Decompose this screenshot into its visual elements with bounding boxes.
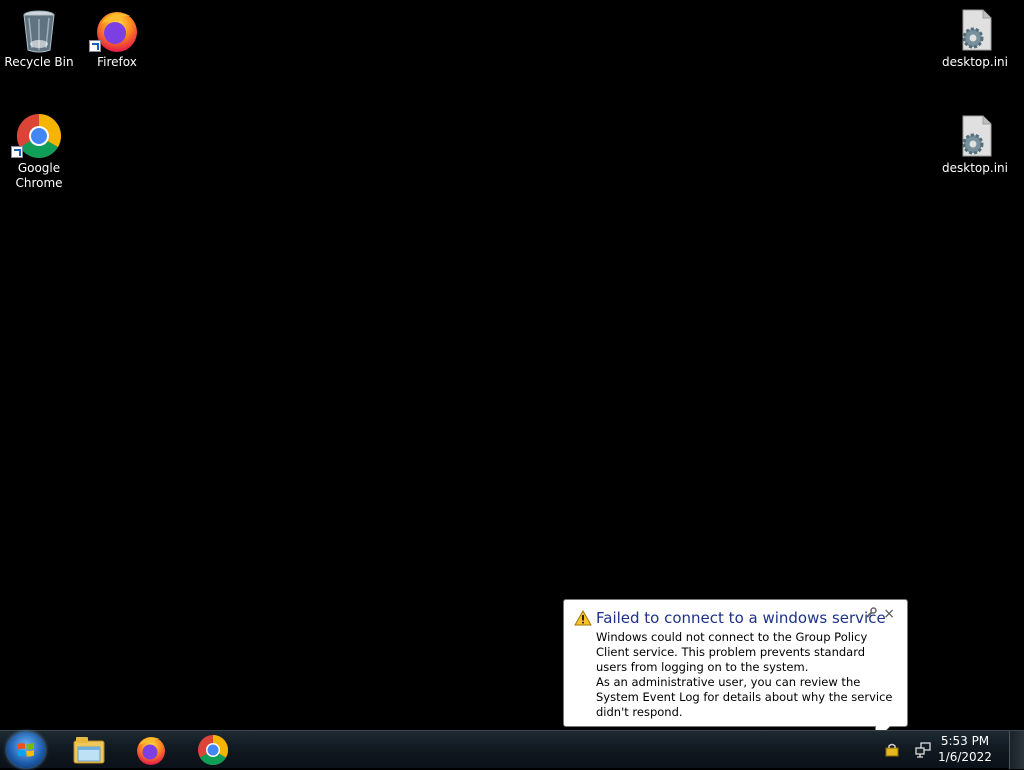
file-explorer-icon — [73, 737, 105, 764]
action-center-icon[interactable] — [885, 743, 899, 760]
desktop-icon-desktop-ini-1[interactable]: desktop.ini — [937, 6, 1013, 70]
taskbar-chrome[interactable] — [191, 733, 235, 767]
show-desktop-button[interactable] — [1009, 731, 1024, 769]
shortcut-arrow-icon — [89, 40, 101, 52]
clock-time: 5:53 PM — [940, 734, 990, 748]
desktop-icon-label: desktop.ini — [942, 55, 1008, 69]
notification-balloon[interactable]: Failed to connect to a windows service ×… — [563, 599, 908, 742]
wrench-icon[interactable] — [865, 607, 877, 619]
settings-file-icon — [951, 112, 999, 160]
balloon-message-paragraph: Windows could not connect to the Group P… — [596, 630, 868, 674]
desktop-icon-label: Recycle Bin — [4, 55, 74, 69]
settings-file-icon — [951, 6, 999, 54]
shortcut-arrow-icon — [11, 146, 23, 158]
close-icon[interactable]: × — [883, 606, 895, 622]
desktop-icon-label: Firefox — [97, 55, 137, 69]
recycle-bin-icon — [15, 6, 63, 54]
network-icon[interactable] — [915, 742, 931, 761]
taskbar-file-explorer[interactable] — [67, 733, 111, 767]
windows-start-icon[interactable] — [7, 732, 45, 768]
firefox-icon — [89, 6, 141, 54]
warning-icon — [574, 609, 592, 626]
chrome-icon — [198, 735, 229, 766]
firefox-icon — [137, 737, 165, 765]
desktop-icon-label: Google Chrome — [15, 161, 63, 190]
desktop-icon-desktop-ini-2[interactable]: desktop.ini — [937, 112, 1013, 176]
balloon-title: Failed to connect to a windows service — [596, 609, 886, 627]
clock-date: 1/6/2022 — [938, 750, 992, 764]
desktop-icon-recycle-bin[interactable]: Recycle Bin — [1, 6, 77, 70]
balloon-message: Windows could not connect to the Group P… — [596, 630, 896, 720]
taskbar: 5:53 PM 1/6/2022 — [0, 730, 1024, 769]
system-clock[interactable]: 5:53 PM 1/6/2022 — [930, 733, 1000, 765]
desktop-icon-label: desktop.ini — [942, 161, 1008, 175]
balloon-message-paragraph: As an administrative user, you can revie… — [596, 675, 893, 719]
desktop-icon-firefox[interactable]: Firefox — [79, 6, 155, 70]
taskbar-firefox[interactable] — [129, 733, 173, 767]
chrome-icon — [11, 112, 63, 160]
desktop-icon-chrome[interactable]: Google Chrome — [1, 112, 77, 191]
